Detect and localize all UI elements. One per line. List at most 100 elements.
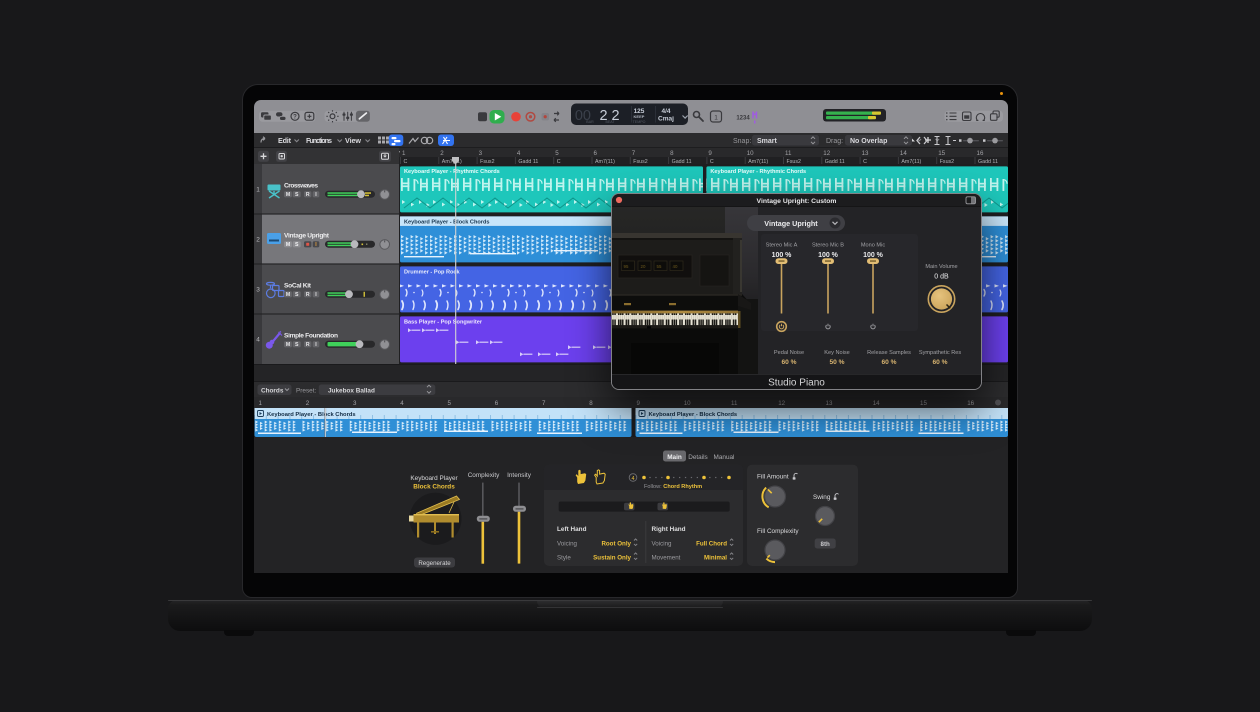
svg-text:Studio Piano: Studio Piano [768, 378, 825, 389]
svg-text:Keyboard Player - Rhythmic Cho: Keyboard Player - Rhythmic Chords [710, 169, 806, 175]
svg-text:Keyboard Player - Block Chords: Keyboard Player - Block Chords [267, 412, 356, 418]
svg-text:4: 4 [517, 150, 521, 157]
svg-text:8: 8 [670, 150, 674, 157]
svg-text:Sympathetic Res: Sympathetic Res [919, 350, 961, 356]
svg-text:Regenerate: Regenerate [418, 560, 451, 567]
svg-text:1: 1 [714, 115, 718, 122]
svg-text:Fill Amount: Fill Amount [757, 474, 789, 481]
svg-text:Drag:: Drag: [826, 138, 843, 145]
svg-text:Voicing: Voicing [652, 541, 673, 548]
svg-text:3: 3 [479, 150, 483, 157]
svg-text:14: 14 [873, 400, 880, 407]
svg-text:View: View [345, 136, 361, 145]
svg-text:15: 15 [920, 400, 927, 407]
svg-text:55: 55 [657, 264, 662, 269]
svg-text:BEAT: BEAT [605, 120, 615, 124]
svg-text:Keyboard Player - Block Chords: Keyboard Player - Block Chords [649, 412, 738, 418]
svg-text:1234: 1234 [736, 116, 750, 122]
svg-text:Smart: Smart [757, 138, 778, 145]
svg-text:13: 13 [862, 150, 869, 157]
svg-text:9: 9 [637, 400, 641, 407]
svg-text:Mono Mic: Mono Mic [861, 243, 885, 249]
svg-text:Main Volume: Main Volume [925, 264, 957, 270]
svg-text:Vintage Upright: Custom: Vintage Upright: Custom [757, 198, 837, 205]
svg-text:Release Samples: Release Samples [867, 350, 911, 356]
svg-text:Complexity: Complexity [468, 472, 500, 479]
svg-text:Key Noise: Key Noise [824, 350, 850, 356]
svg-text:Preset:: Preset: [296, 387, 316, 394]
svg-text:Manual: Manual [714, 454, 735, 461]
svg-text:Vintage Upright: Vintage Upright [764, 219, 818, 228]
svg-text:?: ? [293, 115, 297, 121]
svg-text:Follow: Chord Rhythm: Follow: Chord Rhythm [644, 484, 702, 490]
svg-text:95: 95 [624, 264, 629, 269]
svg-text:0 dB: 0 dB [934, 274, 949, 281]
svg-text:Left Hand: Left Hand [557, 526, 587, 533]
svg-text:3: 3 [353, 400, 357, 407]
svg-text:3: 3 [256, 287, 260, 294]
svg-text:Keyboard Player - Rhythmic Cho: Keyboard Player - Rhythmic Chords [404, 169, 500, 175]
svg-text:M: M [286, 242, 290, 248]
svg-text:KEEP: KEEP [634, 114, 645, 119]
svg-text:Keyboard Player - Block Chords: Keyboard Player - Block Chords [404, 220, 490, 226]
svg-text:2: 2 [306, 400, 310, 407]
svg-text:M: M [286, 192, 290, 198]
svg-text:Full Chord: Full Chord [696, 541, 727, 548]
svg-text:Intensity: Intensity [507, 472, 532, 479]
svg-text:60 %: 60 % [881, 359, 896, 366]
svg-text:Right Hand: Right Hand [652, 526, 686, 533]
svg-text:Snap:: Snap: [733, 138, 751, 145]
svg-text:Bass Player - Pop Songwriter: Bass Player - Pop Songwriter [404, 320, 483, 326]
svg-text:BAR: BAR [586, 120, 594, 124]
svg-text:TEMPO: TEMPO [633, 120, 646, 124]
svg-text:50 %: 50 % [829, 359, 844, 366]
svg-text:Vintage Upright: Vintage Upright [284, 233, 330, 240]
svg-text:Simple Foundation: Simple Foundation [284, 333, 338, 340]
svg-text:2: 2 [440, 150, 444, 157]
svg-text:R: R [306, 192, 310, 198]
svg-text:Drummer - Pop Rock: Drummer - Pop Rock [404, 270, 461, 276]
svg-text:Root Only: Root Only [601, 541, 631, 548]
svg-text:4: 4 [256, 337, 260, 344]
svg-text:Main: Main [667, 454, 682, 461]
svg-text:6: 6 [495, 400, 499, 407]
svg-text:20: 20 [641, 264, 646, 269]
svg-text:Sustain Only: Sustain Only [593, 555, 631, 562]
svg-text:2: 2 [256, 237, 260, 244]
svg-text:12: 12 [778, 400, 785, 407]
svg-text:7: 7 [542, 400, 546, 407]
svg-text:Block Chords: Block Chords [413, 484, 455, 491]
svg-text:100 %: 100 % [818, 252, 839, 259]
svg-text:60 %: 60 % [781, 359, 796, 366]
svg-text:16: 16 [967, 400, 974, 407]
svg-text:SoCal Kit: SoCal Kit [284, 283, 312, 290]
svg-text:11: 11 [785, 150, 792, 157]
svg-text:1: 1 [256, 187, 260, 194]
svg-text:1: 1 [402, 150, 406, 157]
svg-text:Functions: Functions [306, 136, 332, 145]
svg-text:100 %: 100 % [772, 252, 793, 259]
svg-text:8th: 8th [821, 541, 831, 548]
svg-text:7: 7 [632, 150, 636, 157]
svg-text:15: 15 [938, 150, 945, 157]
svg-text:S: S [295, 242, 299, 248]
svg-text:Style: Style [557, 555, 571, 562]
svg-text:Swing: Swing [813, 494, 831, 501]
svg-text:9: 9 [708, 150, 712, 157]
svg-text:4/4: 4/4 [661, 108, 670, 115]
svg-text:Keyboard Player: Keyboard Player [410, 475, 458, 482]
svg-text:Voicing: Voicing [557, 541, 578, 548]
svg-text:5: 5 [448, 400, 452, 407]
svg-text:6: 6 [594, 150, 598, 157]
svg-text:No Overlap: No Overlap [850, 138, 887, 145]
svg-text:4: 4 [632, 476, 635, 482]
svg-text:1: 1 [259, 400, 263, 407]
svg-text:Edit: Edit [278, 136, 292, 145]
svg-text:Cmaj: Cmaj [658, 116, 674, 123]
svg-text:S: S [295, 192, 299, 198]
svg-text:Movement: Movement [652, 555, 681, 562]
svg-text:14: 14 [900, 150, 907, 157]
svg-text:11: 11 [731, 400, 738, 407]
svg-text:Pedal Noise: Pedal Noise [774, 350, 804, 356]
svg-text:100 %: 100 % [863, 252, 884, 259]
